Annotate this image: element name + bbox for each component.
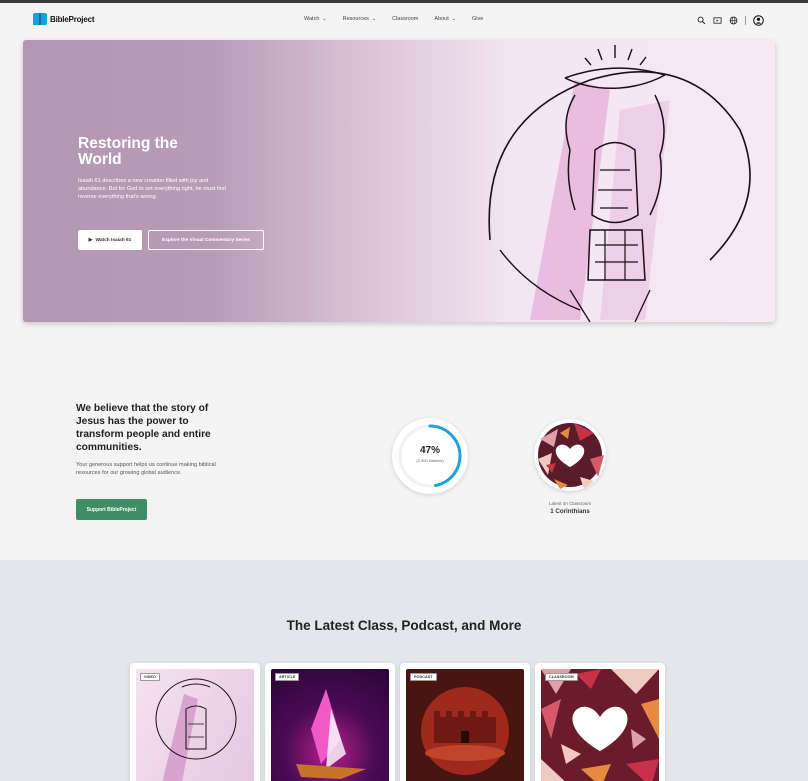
mission-heading: We believe that the story of Jesus has t… [76,403,211,453]
city-wall-illustration [421,687,509,775]
nav-label: Classroom [392,16,419,22]
nav-label: Give [471,16,484,22]
classroom-course-title[interactable]: 1 Corinthians [520,508,620,515]
bibleproject-logo-icon [33,13,47,25]
chevron-down-icon: ⌄ [451,16,456,22]
progress-ring [398,424,462,488]
content-card-classroom[interactable]: CLASSROOM [535,663,665,781]
nav-item-give[interactable]: Give [472,16,483,22]
flame-illustration [296,689,366,779]
mission-subtext: Your generous support helps us continue … [76,462,216,476]
logo[interactable]: BibleProject [33,13,94,25]
video-library-icon[interactable] [713,16,722,25]
search-icon[interactable] [697,16,706,25]
hero-description: Isaiah 61 describes a new creation fille… [78,178,227,200]
profile-icon[interactable] [753,15,764,26]
card-tag: PODCAST [410,673,437,681]
classroom-thumbnail[interactable] [534,419,606,491]
card-thumbnail [541,669,659,781]
watch-button[interactable]: ▶ Watch Isaiah 61 [78,230,142,250]
figure-illustration [155,678,237,781]
play-icon: ▶ [88,237,93,243]
progress-sublabel: (3,300 Nations) [416,458,444,463]
card-thumbnail [136,669,254,781]
mosaic-heart-image [541,669,659,781]
watch-button-label: Watch Isaiah 61 [95,237,132,243]
nav-item-about[interactable]: About ⌄ [434,16,456,22]
latest-section-title: The Latest Class, Podcast, and More [286,618,522,633]
chevron-down-icon: ⌄ [371,16,377,22]
card-tag: CLASSROOM [545,673,578,681]
mosaic-heart-image [538,423,604,489]
nav-item-classroom[interactable]: Classroom [392,16,418,22]
hero-banner: Restoring the World Isaiah 61 describes … [23,40,775,322]
site-header: BibleProject Watch ⌄ Resources ⌄ Classroom… [0,3,808,37]
mission-statement: We believe that the story of Jesus has t… [76,402,236,477]
card-thumbnail [271,669,389,781]
explore-series-button[interactable]: Explore the Visual Commentary Series [148,230,264,250]
nav-label: About [434,16,449,22]
card-tag: VIDEO [140,673,160,681]
header-icons [697,15,764,26]
header-divider [745,16,746,25]
nav-label: Resources [342,16,369,22]
classroom-caption-label: Latest on Classroom [548,501,592,506]
nav-item-resources[interactable]: Resources ⌄ [343,16,377,22]
progress-percent: 47% [419,445,440,456]
support-button[interactable]: Support BibleProject [76,499,147,520]
nav-item-watch[interactable]: Watch ⌄ [304,16,327,22]
content-card-video[interactable]: VIDEO [130,663,260,781]
card-thumbnail [406,669,524,781]
hero-title: Restoring the World [78,135,178,168]
globe-icon[interactable] [729,16,738,25]
content-card-podcast[interactable]: PODCAST [400,663,530,781]
content-card-article[interactable]: ARTICLE [265,663,395,781]
classroom-caption: Latest on Classroom 1 Corinthians [520,501,620,515]
hero-illustration [488,45,751,322]
card-tag: ARTICLE [275,673,300,681]
logo-text: BibleProject [50,14,95,24]
main-nav: Watch ⌄ Resources ⌄ Classroom About ⌄ Give [304,16,499,22]
chevron-down-icon: ⌄ [322,16,327,22]
nations-progress-circle: 47% (3,300 Nations) [392,418,468,494]
nav-label: Watch [304,16,320,22]
